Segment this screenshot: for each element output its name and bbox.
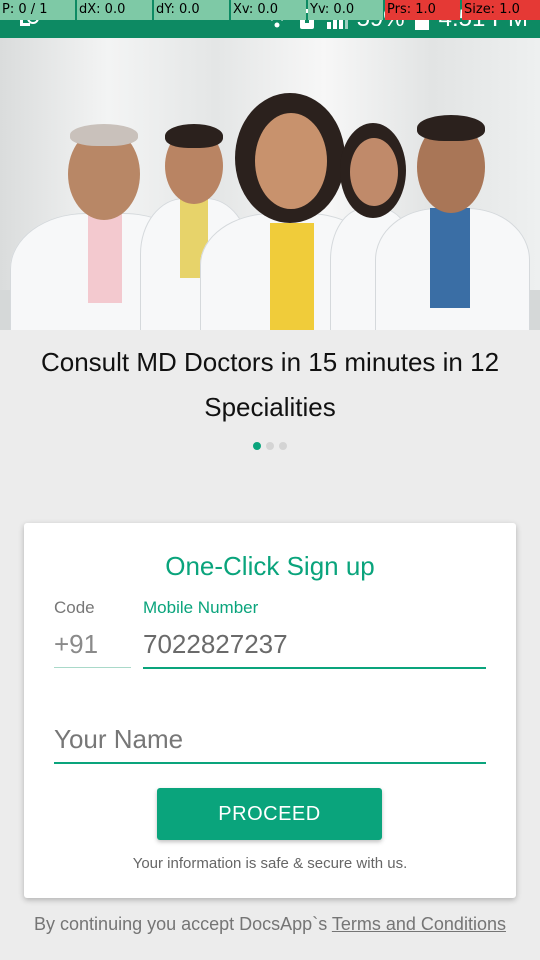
carousel-dot-2[interactable]: [266, 442, 274, 450]
country-code-field[interactable]: +91: [54, 629, 131, 668]
carousel-indicator[interactable]: [0, 442, 540, 450]
hero-doctors-image: [0, 38, 540, 330]
debug-dy: dY: 0.0: [154, 0, 229, 20]
carousel-dot-1[interactable]: [253, 442, 261, 450]
debug-pointer: P: 0 / 1: [0, 0, 75, 20]
signup-title: One-Click Sign up: [165, 551, 375, 581]
carousel-dot-3[interactable]: [279, 442, 287, 450]
mobile-number-input[interactable]: 7022827237: [143, 629, 486, 669]
hero-tagline: Consult MD Doctors in 15 minutes in 12 S…: [40, 347, 500, 422]
proceed-button[interactable]: PROCEED: [157, 788, 382, 840]
debug-yv: Yv: 0.0: [308, 0, 383, 20]
debug-dx: dX: 0.0: [77, 0, 152, 20]
terms-prefix: By continuing you accept DocsApp`s: [34, 914, 332, 934]
signup-card: One-Click Sign up Code Mobile Number +91…: [24, 523, 516, 898]
terms-footer: By continuing you accept DocsApp`s Terms…: [0, 914, 540, 935]
terms-link[interactable]: Terms and Conditions: [332, 914, 506, 934]
debug-xv: Xv: 0.0: [231, 0, 306, 20]
mobile-label: Mobile Number: [143, 598, 259, 617]
name-input[interactable]: Your Name: [54, 724, 486, 764]
debug-size: Size: 1.0: [462, 0, 540, 20]
code-label: Code: [54, 598, 95, 617]
status-bar: 59% 4:51 PM P: 0 / 1 dX: 0.0 dY: 0.0 Xv:…: [0, 0, 540, 38]
security-note: Your information is safe & secure with u…: [132, 855, 408, 872]
debug-prs: Prs: 1.0: [385, 0, 460, 20]
